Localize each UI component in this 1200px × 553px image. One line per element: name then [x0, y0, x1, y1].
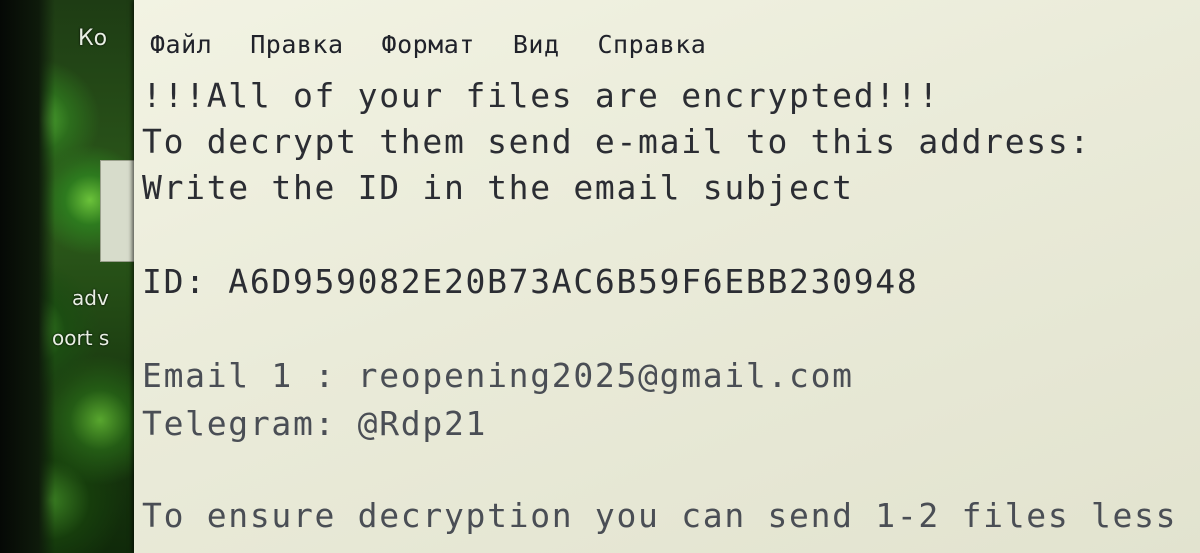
- text-line-decrypt-instruction: To decrypt them send e-mail to this addr…: [142, 122, 1091, 161]
- text-editor-area[interactable]: !!!All of your files are encrypted!!! To…: [142, 72, 1200, 553]
- text-line-sample-files: To ensure decryption you can send 1-2 fi…: [142, 496, 1200, 535]
- text-line-email: Email 1 : reopening2025@gmail.com: [142, 356, 854, 395]
- desktop-icon[interactable]: [100, 160, 136, 262]
- desktop-icon-label-adv[interactable]: adv: [72, 286, 109, 310]
- screen-bezel: [0, 0, 55, 553]
- menu-format[interactable]: Формат: [382, 30, 475, 59]
- menu-bar: Файл Правка Формат Вид Справка: [134, 24, 744, 64]
- notepad-window: Файл Правка Формат Вид Справка !!!All of…: [134, 0, 1200, 553]
- text-line-telegram: Telegram: @Rdp21: [142, 404, 488, 443]
- text-line-warning: !!!All of your files are encrypted!!!: [142, 76, 941, 115]
- menu-view[interactable]: Вид: [513, 30, 560, 59]
- menu-edit[interactable]: Правка: [250, 30, 343, 59]
- text-line-id-instruction: Write the ID in the email subject: [142, 168, 854, 207]
- text-line-id: ID: A6D959082E20B73AC6B59F6EBB230948: [142, 262, 919, 301]
- screen: Ко adv oort s Файл Правка Формат Вид Спр…: [0, 0, 1200, 553]
- desktop-icon-label-top[interactable]: Ко: [78, 26, 107, 51]
- menu-file[interactable]: Файл: [150, 30, 212, 59]
- menu-help[interactable]: Справка: [598, 30, 707, 59]
- desktop-icon-label-port[interactable]: oort s: [52, 326, 109, 350]
